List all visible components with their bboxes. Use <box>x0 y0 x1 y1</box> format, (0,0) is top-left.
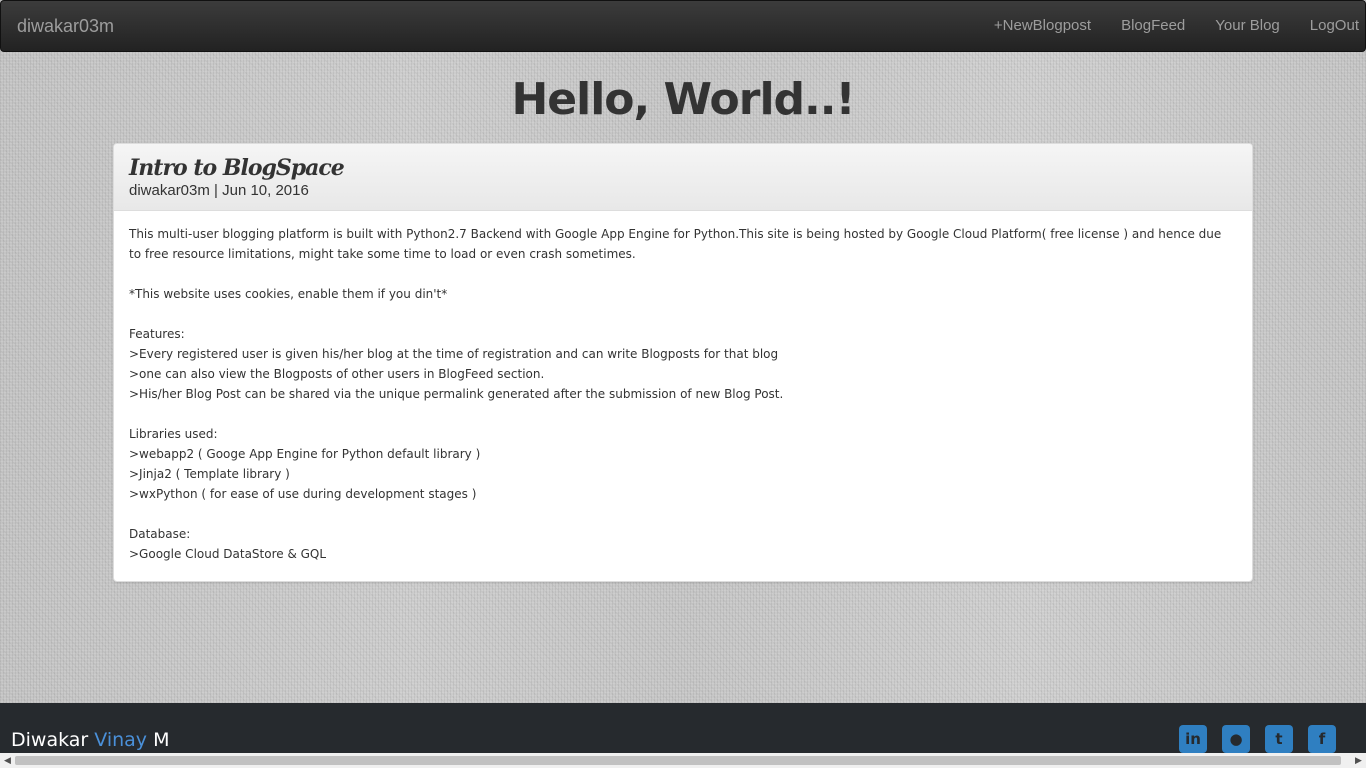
blog-post-card: Intro to BlogSpace diwakar03m | Jun 10, … <box>113 143 1253 582</box>
post-body-line: *This website uses cookies, enable them … <box>129 287 448 301</box>
author-last-name: M <box>153 729 170 751</box>
post-body-line: >webapp2 ( Googe App Engine for Python d… <box>129 447 481 461</box>
post-meta: diwakar03m | Jun 10, 2016 <box>129 182 309 199</box>
post-body-spacer <box>129 264 1237 284</box>
scroll-right-arrow-icon[interactable]: ▶ <box>1351 753 1366 768</box>
post-header: Intro to BlogSpace diwakar03m | Jun 10, … <box>114 144 1252 211</box>
facebook-icon[interactable]: f <box>1308 725 1336 753</box>
top-navbar: diwakar03m +NewBlogpost BlogFeed Your Bl… <box>0 0 1366 52</box>
author-middle-name: Vinay <box>94 729 148 751</box>
new-blogpost-link[interactable]: +NewBlogpost <box>979 1 1106 51</box>
twitter-icon[interactable]: t <box>1265 725 1293 753</box>
post-body-line: Database: <box>129 527 191 541</box>
post-body-line: Features: <box>129 327 185 341</box>
brand-link[interactable]: diwakar03m <box>17 1 114 51</box>
page-title: Hello, World..! <box>511 74 855 125</box>
post-body-line: >one can also view the Blogposts of othe… <box>129 367 545 381</box>
your-blog-link[interactable]: Your Blog <box>1200 1 1295 51</box>
post-title[interactable]: Intro to BlogSpace <box>129 144 1237 182</box>
post-body-line: Libraries used: <box>129 427 218 441</box>
horizontal-scrollbar[interactable]: ◀ ▶ <box>0 753 1366 768</box>
social-links: in ● t f <box>1164 725 1336 753</box>
post-body-spacer <box>129 504 1237 524</box>
post-body-line: This multi-user blogging platform is bui… <box>129 227 1222 261</box>
post-body-line: >Jinja2 ( Template library ) <box>129 467 290 481</box>
post-body-line: >Google Cloud DataStore & GQL <box>129 547 327 561</box>
post-body-line: >His/her Blog Post can be shared via the… <box>129 387 784 401</box>
post-body-line: >Every registered user is given his/her … <box>129 347 779 361</box>
post-body-spacer <box>129 404 1237 424</box>
nav-links: +NewBlogpost BlogFeed Your Blog LogOut <box>979 1 1365 51</box>
author-first-name: Diwakar <box>11 729 89 751</box>
post-body-spacer <box>129 304 1237 324</box>
post-body: This multi-user blogging platform is bui… <box>114 211 1252 564</box>
blogfeed-link[interactable]: BlogFeed <box>1106 1 1200 51</box>
logout-link[interactable]: LogOut <box>1295 1 1365 51</box>
scrollbar-thumb[interactable] <box>15 756 1341 765</box>
post-body-line: >wxPython ( for ease of use during devel… <box>129 487 477 501</box>
linkedin-icon[interactable]: in <box>1179 725 1207 753</box>
footer: Diwakar Vinay M in ● t f <box>0 703 1366 753</box>
github-icon[interactable]: ● <box>1222 725 1250 753</box>
footer-author-name: Diwakar Vinay M <box>11 729 170 751</box>
scroll-left-arrow-icon[interactable]: ◀ <box>0 753 15 768</box>
